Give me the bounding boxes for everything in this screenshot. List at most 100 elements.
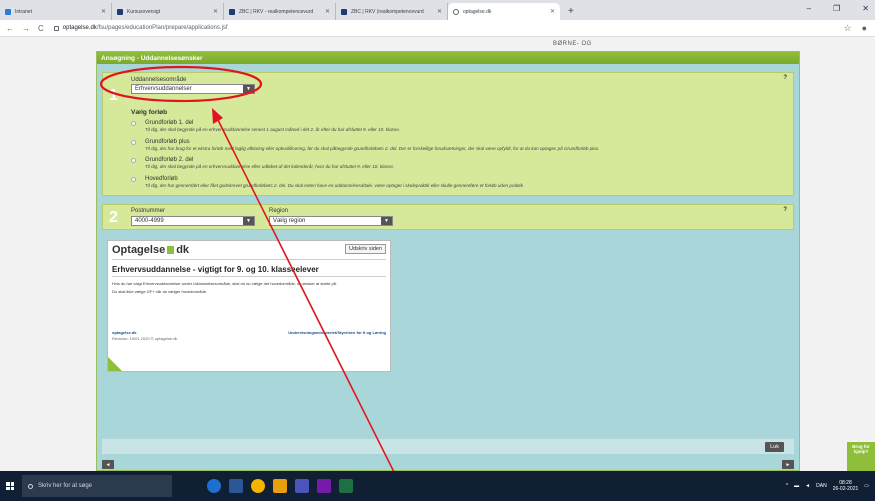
section-number: 2 — [109, 209, 118, 226]
forward-arrow-icon[interactable]: → — [22, 24, 30, 33]
radio-button[interactable] — [131, 121, 136, 126]
back-arrow-icon[interactable]: ← — [6, 24, 14, 33]
application-panel: Ansøgning - Uddannelsesønsker 1 ? Uddann… — [96, 51, 800, 471]
url-host: optagelse.dk — [62, 25, 97, 31]
close-icon[interactable]: ✕ — [101, 8, 106, 15]
panel-header: Ansøgning - Uddannelsesønsker — [97, 52, 799, 64]
card-paragraph: Hvis du har valgt Erhvervsuddannelser un… — [112, 281, 338, 286]
minimize-icon[interactable]: – — [807, 4, 811, 13]
next-arrow-icon[interactable]: ► — [782, 460, 794, 469]
gear-icon[interactable] — [108, 357, 122, 371]
info-card: Optagelse dk Udskriv siden Erhvervsuddann… — [107, 240, 391, 372]
new-tab-button[interactable]: + — [568, 6, 574, 17]
tab-label: Intranet — [15, 8, 32, 15]
card-title: Erhvervsuddannelse - vigtigt for 9. og 1… — [112, 265, 319, 274]
chevron-up-icon[interactable]: ^ — [786, 483, 788, 489]
address-bar: ← → C optagelse.dk/fsu/pages/educationPl… — [0, 20, 875, 37]
previous-arrow-icon[interactable]: ◄ — [102, 460, 114, 469]
window-controls: – ❐ ✕ — [807, 4, 869, 13]
language-indicator[interactable]: DAN — [816, 483, 827, 489]
option-title: Grundforløb 1. del — [145, 120, 194, 126]
close-button[interactable]: Luk — [765, 442, 784, 452]
option-description: Til dig, der har gennemført eller fået g… — [145, 183, 525, 188]
system-tray: ^ ▬ ◄ DAN 08:28 26-02-2021 ▭ — [786, 471, 869, 501]
close-icon[interactable]: ✕ — [213, 8, 218, 15]
tab-intranet[interactable]: Intranet ✕ — [0, 3, 112, 20]
intranet-favicon-icon — [5, 8, 11, 15]
volume-icon[interactable]: ◄ — [805, 483, 810, 489]
clock[interactable]: 08:28 26-02-2021 — [833, 480, 859, 493]
help-icon[interactable]: ? — [783, 75, 787, 81]
teams-icon[interactable] — [295, 479, 309, 493]
option-description: Til dig, der har brug for et ekstra forl… — [145, 146, 600, 151]
option-description: Til dig, der skal begynde på en erhvervs… — [145, 127, 401, 132]
divider — [112, 259, 386, 260]
option-title: Grundforløb 2. del — [145, 157, 194, 163]
postal-code-select[interactable]: 4000-4999 ▼ — [131, 216, 255, 226]
profile-icon[interactable]: ● — [862, 23, 867, 34]
radio-button[interactable] — [131, 140, 136, 145]
zbc-favicon-icon — [117, 8, 123, 15]
windows-taskbar: Skriv her for at søge ^ ▬ ◄ DAN 08:28 26… — [0, 471, 875, 501]
close-icon[interactable]: ✕ — [437, 8, 442, 15]
file-explorer-icon[interactable] — [273, 479, 287, 493]
ministry-logo: BØRNE- OG — [553, 41, 592, 47]
logo-text-left: Optagelse — [112, 244, 166, 256]
postal-code-value: 4000-4999 — [135, 218, 164, 224]
choose-course-label: Vælg forløb — [131, 109, 168, 116]
close-icon[interactable]: ✕ — [550, 8, 555, 15]
reload-icon[interactable]: C — [38, 24, 44, 33]
help-widget[interactable]: Brug for hjælp? — [847, 442, 875, 472]
tab-label: ZBC | RKV (realkompetencevurd — [351, 8, 424, 15]
region-value: Vælg region — [273, 218, 306, 224]
tab-kursusoversigt[interactable]: Kursusoversigt ✕ — [112, 3, 224, 20]
browser-tab-bar: Intranet ✕ Kursusoversigt ✕ ZBC | RKV - … — [0, 0, 875, 20]
footer-link-ministry[interactable]: Undervisningsministeriet/Styrelsen for I… — [288, 330, 386, 335]
excel-icon[interactable] — [339, 479, 353, 493]
bottom-action-bar: Luk — [102, 438, 794, 454]
radio-button[interactable] — [131, 158, 136, 163]
postal-code-label: Postnummer — [131, 208, 166, 214]
help-icon[interactable]: ? — [783, 207, 787, 213]
edge-icon[interactable] — [207, 479, 221, 493]
tab-label: ZBC | RKV - realkompetencevurd — [239, 8, 314, 15]
taskbar-apps — [207, 479, 353, 493]
education-area-value: Erhvervsuddannelser — [135, 86, 192, 92]
education-area-select[interactable]: Erhvervsuddannelser ▼ — [131, 84, 255, 94]
education-area-label: Uddannelsesområde — [131, 77, 187, 83]
maximize-icon[interactable]: ❐ — [833, 4, 840, 13]
url-field[interactable]: optagelse.dk/fsu/pages/educationPlan/pre… — [63, 25, 228, 31]
region-select[interactable]: Vælg region ▼ — [269, 216, 393, 226]
zbc-favicon-icon — [341, 8, 347, 15]
radio-button[interactable] — [131, 177, 136, 182]
clock-date: 26-02-2021 — [832, 486, 859, 492]
word-icon[interactable] — [229, 479, 243, 493]
tab-zbc-rkv-1[interactable]: ZBC | RKV - realkompetencevurd ✕ — [224, 3, 336, 20]
taskbar-search[interactable]: Skriv her for at søge — [22, 475, 172, 497]
search-placeholder: Skriv her for at søge — [38, 483, 93, 489]
tab-optagelse[interactable]: optagelse.dk ✕ — [448, 3, 560, 20]
onenote-icon[interactable] — [317, 479, 331, 493]
option-title: Hovedforløb — [145, 176, 178, 182]
chrome-icon[interactable] — [251, 479, 265, 493]
start-button[interactable] — [0, 471, 20, 501]
section-number: 1 — [109, 87, 118, 104]
address-bar-actions: ☆ ● — [843, 23, 867, 34]
close-window-icon[interactable]: ✕ — [862, 4, 869, 13]
star-icon[interactable]: ☆ — [843, 23, 851, 34]
region-label: Region — [269, 208, 289, 214]
lock-icon[interactable] — [53, 25, 59, 31]
footer-revision: Revision: 15/01 2020 © optagelse.dk — [112, 336, 178, 341]
option-title: Grundforløb plus — [145, 139, 190, 145]
chevron-down-icon: ▼ — [243, 85, 254, 93]
page-content: BØRNE- OG Ansøgning - Uddannelsesønsker … — [0, 37, 875, 472]
panel-title: Ansøgning - Uddannelsesønsker — [101, 54, 203, 62]
windows-icon — [6, 482, 14, 490]
footer-link-optagelse[interactable]: optagelse.dk — [112, 330, 136, 335]
close-icon[interactable]: ✕ — [325, 8, 330, 15]
chevron-down-icon: ▼ — [381, 217, 392, 225]
network-icon[interactable]: ▬ — [794, 483, 799, 489]
print-button[interactable]: Udskriv siden — [344, 244, 386, 254]
tab-zbc-rkv-2[interactable]: ZBC | RKV (realkompetencevurd ✕ — [336, 3, 448, 20]
notification-icon[interactable]: ▭ — [864, 483, 869, 489]
